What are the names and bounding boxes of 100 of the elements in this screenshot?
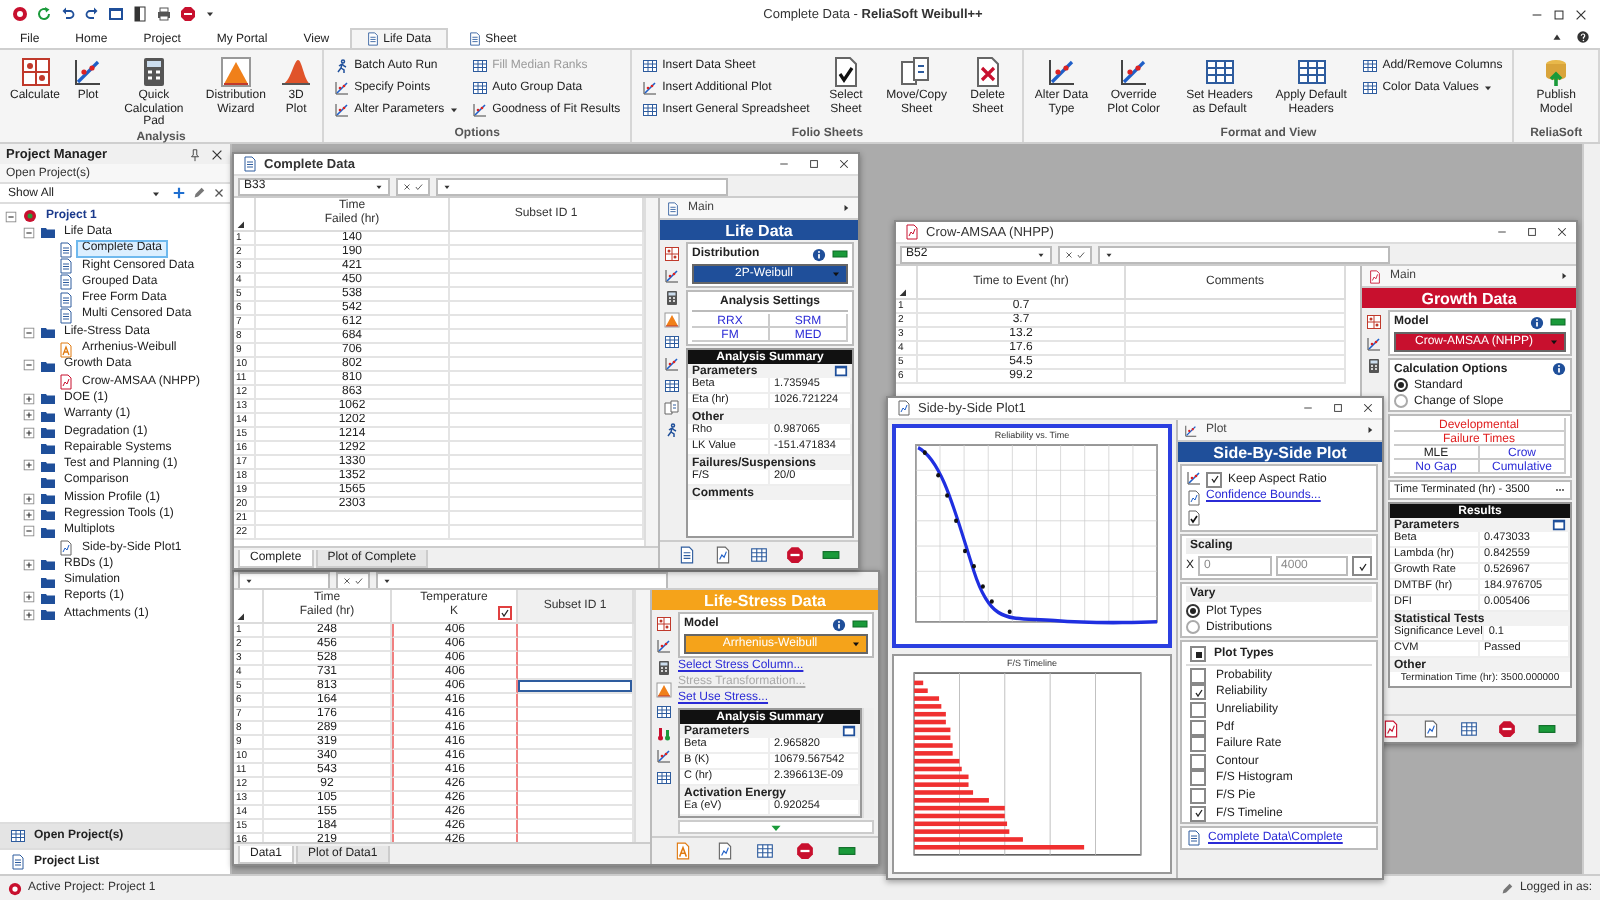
maximize-icon[interactable] <box>1332 402 1344 414</box>
redo-icon[interactable] <box>84 6 100 22</box>
calculator-icon[interactable] <box>664 290 680 306</box>
document-check-icon[interactable] <box>1186 510 1202 526</box>
thermometer-icon[interactable] <box>656 726 672 742</box>
documents-icon[interactable] <box>664 400 680 416</box>
checkbox[interactable] <box>1190 736 1206 753</box>
close-icon[interactable] <box>1362 402 1374 414</box>
cancel-icon[interactable] <box>1064 249 1074 259</box>
table-cell[interactable] <box>1126 328 1346 342</box>
expand-icon[interactable] <box>22 458 36 473</box>
scrollbar[interactable] <box>1582 144 1600 874</box>
chart-document-icon[interactable] <box>714 546 732 564</box>
close-icon[interactable] <box>1574 7 1588 21</box>
formula-field[interactable] <box>436 177 728 195</box>
line-chart-icon[interactable] <box>1366 336 1382 352</box>
table-cell[interactable] <box>450 344 644 358</box>
checkbox[interactable] <box>498 606 512 620</box>
select-all-corner[interactable] <box>234 198 256 232</box>
checkbox[interactable] <box>1190 753 1206 770</box>
stop-sign-icon[interactable] <box>786 546 804 564</box>
cancel-icon[interactable] <box>402 181 412 191</box>
table-cell[interactable] <box>450 274 644 288</box>
line-chart-icon[interactable] <box>664 268 680 284</box>
triangle-chart-icon[interactable] <box>664 312 680 328</box>
window-icon[interactable] <box>108 6 124 22</box>
maximize-icon[interactable] <box>808 158 820 170</box>
table-cell[interactable] <box>518 680 634 694</box>
help-icon[interactable] <box>1576 30 1590 44</box>
table-cell[interactable] <box>256 526 450 540</box>
cancel-icon[interactable] <box>212 186 226 200</box>
close-icon[interactable] <box>210 147 224 161</box>
stop-sign-icon[interactable] <box>180 6 196 22</box>
maximize-icon[interactable] <box>1552 7 1566 21</box>
apply-button[interactable] <box>1352 556 1373 576</box>
window-icon[interactable] <box>834 364 848 378</box>
table-cell[interactable] <box>450 386 644 400</box>
table-icon[interactable] <box>755 842 774 860</box>
minimize-icon[interactable] <box>778 158 790 170</box>
expand-icon[interactable] <box>22 425 36 439</box>
chart-document-icon[interactable] <box>1382 720 1401 738</box>
table-cell[interactable] <box>450 302 644 316</box>
table-cell[interactable] <box>450 288 644 302</box>
check-icon[interactable] <box>354 575 364 585</box>
collapse-icon[interactable] <box>22 325 36 340</box>
maximize-icon[interactable] <box>1526 226 1538 238</box>
checkbox[interactable] <box>1190 701 1206 718</box>
line-chart-icon[interactable] <box>1186 470 1202 486</box>
chart-document-icon[interactable] <box>1421 720 1440 738</box>
document-icon[interactable] <box>678 546 696 564</box>
calculator-icon[interactable] <box>656 660 672 676</box>
radio-button[interactable] <box>1186 620 1200 634</box>
cell-reference-field[interactable] <box>238 572 330 588</box>
table-cell[interactable] <box>450 372 644 386</box>
chart-document-icon[interactable] <box>715 842 734 860</box>
table-icon[interactable] <box>750 546 768 564</box>
table-cell[interactable] <box>1126 370 1346 384</box>
grid-icon[interactable] <box>664 246 680 262</box>
table-cell[interactable] <box>1126 356 1346 370</box>
radio-button[interactable] <box>1394 394 1408 408</box>
close-icon[interactable] <box>838 158 850 170</box>
table-cell[interactable] <box>450 400 644 414</box>
checkbox[interactable] <box>1190 770 1206 787</box>
table-cell[interactable] <box>1126 300 1346 314</box>
close-icon[interactable] <box>1556 226 1568 238</box>
table-icon[interactable] <box>664 334 680 350</box>
table-cell[interactable] <box>256 512 450 526</box>
refresh-icon[interactable] <box>36 6 52 22</box>
select-all-corner[interactable] <box>896 266 918 300</box>
table-icon[interactable] <box>1459 720 1478 738</box>
triangle-chart-icon[interactable] <box>656 682 672 698</box>
runner-icon[interactable] <box>664 422 680 438</box>
scrollbar[interactable] <box>644 198 658 546</box>
checkbox[interactable] <box>1190 684 1206 701</box>
check-icon[interactable] <box>1076 249 1086 259</box>
collapse-icon[interactable] <box>22 358 36 373</box>
printer-icon[interactable] <box>156 6 172 22</box>
table-cell[interactable] <box>450 414 644 428</box>
add-icon[interactable] <box>172 186 186 200</box>
undo-icon[interactable] <box>60 6 76 22</box>
expand-icon[interactable] <box>22 391 36 406</box>
table-icon[interactable] <box>656 770 672 786</box>
expand-icon[interactable] <box>22 491 36 506</box>
collapse-icon[interactable] <box>4 209 18 224</box>
expand-icon[interactable] <box>22 590 36 605</box>
table-cell[interactable] <box>450 442 644 456</box>
table-cell[interactable] <box>450 260 644 274</box>
minimize-icon[interactable] <box>1302 402 1314 414</box>
line-chart-icon[interactable] <box>664 356 680 372</box>
table-cell[interactable] <box>1126 314 1346 328</box>
checkbox[interactable] <box>1206 471 1222 487</box>
table-cell[interactable] <box>450 358 644 372</box>
expand-icon[interactable] <box>22 557 36 572</box>
line-chart-icon[interactable] <box>656 638 672 654</box>
checkbox[interactable] <box>1190 787 1206 804</box>
table-icon[interactable] <box>664 378 680 394</box>
info-icon[interactable] <box>1530 315 1544 329</box>
table-cell[interactable] <box>450 316 644 330</box>
calculator-icon[interactable] <box>1366 358 1382 374</box>
caret-icon[interactable] <box>204 8 216 20</box>
